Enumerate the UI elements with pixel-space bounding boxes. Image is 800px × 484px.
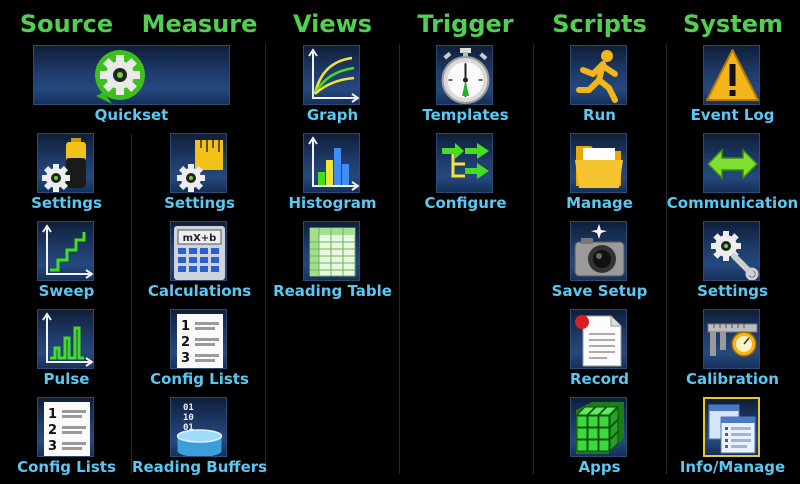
numbered-list-icon: 1 2 3 <box>37 397 94 457</box>
header-measure: Measure <box>141 10 258 38</box>
folder-icon <box>570 133 627 193</box>
scripts-run-button[interactable]: Run <box>533 44 666 132</box>
calculations-label: Calculations <box>147 282 252 300</box>
header-views: Views <box>292 10 373 38</box>
numbered-list-icon: 1 2 3 <box>170 309 227 369</box>
battery-gear-icon <box>37 133 94 193</box>
reading-buffer-icon: 01 10 01 <box>170 397 227 457</box>
quickset-label: Quickset <box>94 106 169 124</box>
header-trigger: Trigger <box>417 10 514 38</box>
flow-arrows-icon <box>436 133 493 193</box>
measure-settings-button[interactable]: Settings <box>133 132 266 220</box>
caliper-gauge-icon <box>703 309 760 369</box>
table-grid-icon <box>303 221 360 281</box>
buffer-bits: 10 <box>183 413 194 423</box>
scripts-apps-button[interactable]: Apps <box>533 396 666 484</box>
list-number: 1 <box>48 407 57 422</box>
measure-config-lists-label: Config Lists <box>150 370 249 388</box>
graph-curves-icon <box>303 45 360 105</box>
running-person-icon <box>570 45 627 105</box>
warning-triangle-icon <box>703 45 760 105</box>
graph-label: Graph <box>306 106 359 124</box>
list-number: 3 <box>181 351 190 366</box>
event-log-label: Event Log <box>690 106 775 124</box>
info-manage-label: Info/Manage <box>679 458 786 476</box>
calibration-label: Calibration <box>686 370 779 388</box>
double-arrow-icon <box>703 133 760 193</box>
views-graph-button[interactable]: Graph <box>266 44 399 132</box>
record-label: Record <box>569 370 630 388</box>
templates-label: Templates <box>422 106 509 124</box>
sweep-label: Sweep <box>38 282 95 300</box>
measure-config-lists-button[interactable]: 1 2 3 Config Lists <box>133 308 266 396</box>
record-document-icon <box>570 309 627 369</box>
list-number: 2 <box>48 423 57 438</box>
green-cube-icon <box>570 397 627 457</box>
header-scripts: Scripts <box>552 10 647 38</box>
info-windows-icon <box>703 397 760 457</box>
system-settings-label: Settings <box>697 282 768 300</box>
measure-reading-buffers-button[interactable]: 01 10 01 Reading Buffers <box>132 396 267 484</box>
source-quickset-button[interactable]: Quickset <box>0 44 230 132</box>
configure-label: Configure <box>424 194 507 212</box>
sweep-staircase-icon <box>37 221 94 281</box>
scripts-save-setup-button[interactable]: Save Setup <box>533 220 666 308</box>
run-label: Run <box>583 106 616 124</box>
pulse-label: Pulse <box>43 370 90 388</box>
calculator-icon: mX+b <box>170 221 227 281</box>
stopwatch-icon <box>436 45 493 105</box>
source-settings-label: Settings <box>31 194 102 212</box>
reading-table-label: Reading Table <box>273 282 392 300</box>
list-number: 3 <box>48 439 57 454</box>
camera-icon <box>570 221 627 281</box>
views-histogram-button[interactable]: Histogram <box>266 132 399 220</box>
calculator-display: mX+b <box>183 233 217 244</box>
system-event-log-button[interactable]: Event Log <box>666 44 799 132</box>
buffer-bits: 01 <box>183 403 194 413</box>
source-config-lists-button[interactable]: 1 2 3 Config Lists <box>0 396 133 484</box>
save-setup-label: Save Setup <box>551 282 648 300</box>
scripts-manage-button[interactable]: Manage <box>533 132 666 220</box>
source-pulse-button[interactable]: Pulse <box>0 308 133 396</box>
system-communication-button[interactable]: Communication <box>666 132 799 220</box>
views-reading-table-button[interactable]: Reading Table <box>266 220 399 308</box>
communication-label: Communication <box>666 194 799 212</box>
ruler-gear-icon <box>170 133 227 193</box>
source-sweep-button[interactable]: Sweep <box>0 220 133 308</box>
source-config-lists-label: Config Lists <box>17 458 116 476</box>
quickset-icon <box>33 45 230 105</box>
pulse-icon <box>37 309 94 369</box>
measure-calculations-button[interactable]: mX+b Calculations <box>133 220 266 308</box>
header-system: System <box>683 10 783 38</box>
manage-label: Manage <box>566 194 633 212</box>
system-settings-button[interactable]: Settings <box>666 220 799 308</box>
header-source: Source <box>19 10 114 38</box>
histogram-icon <box>303 133 360 193</box>
trigger-configure-button[interactable]: Configure <box>399 132 532 220</box>
trigger-templates-button[interactable]: Templates <box>399 44 532 132</box>
system-info-manage-button[interactable]: Info/Manage <box>666 396 799 484</box>
histogram-label: Histogram <box>288 194 377 212</box>
list-number: 2 <box>181 335 190 350</box>
scripts-record-button[interactable]: Record <box>533 308 666 396</box>
reading-buffers-label: Reading Buffers <box>131 458 268 476</box>
list-number: 1 <box>181 319 190 334</box>
measure-settings-label: Settings <box>164 194 235 212</box>
apps-label: Apps <box>578 458 621 476</box>
gear-wrench-icon <box>703 221 760 281</box>
source-settings-button[interactable]: Settings <box>0 132 133 220</box>
system-calibration-button[interactable]: Calibration <box>666 308 799 396</box>
